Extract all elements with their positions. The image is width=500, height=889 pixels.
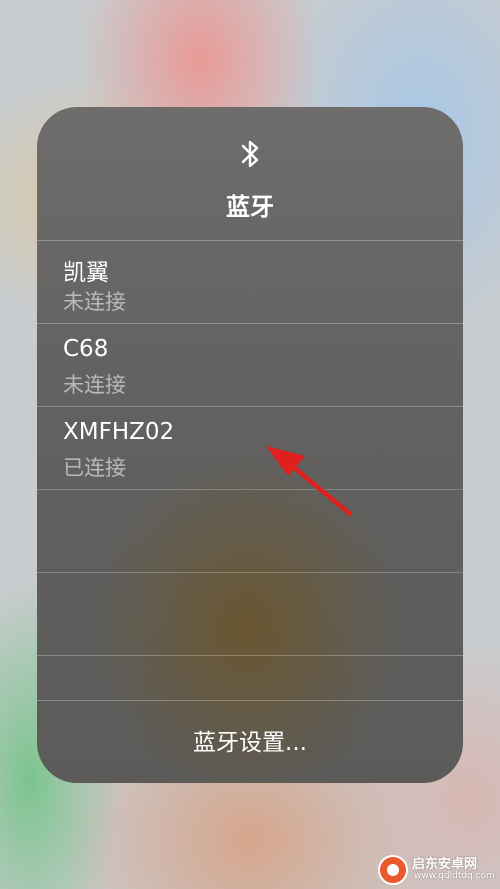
device-status: 未连接 [63,373,126,397]
bluetooth-settings-label: 蓝牙设置... [193,730,307,756]
device-list: 凯翼 未连接 C68 未连接 XMFHZ02 已连接 [37,240,463,656]
device-status: 已连接 [63,456,126,480]
empty-row [37,489,463,572]
bluetooth-panel: 蓝牙 凯翼 未连接 C68 未连接 XMFHZ02 已连接 蓝牙设置... [37,107,463,783]
watermark-logo-icon [378,855,408,885]
bluetooth-settings-button[interactable]: 蓝牙设置... [37,700,463,783]
bluetooth-icon [241,140,259,168]
watermark: 启东安卓网 www.qdldtdq.com [378,853,498,887]
device-row[interactable]: XMFHZ02 已连接 [37,406,463,489]
watermark-url: www.qdldtdq.com [414,871,495,881]
device-name: 凯翼 [63,260,109,286]
device-status: 未连接 [63,290,126,314]
panel-title: 蓝牙 [226,193,274,221]
device-name: C68 [63,336,109,362]
device-row[interactable]: C68 未连接 [37,323,463,406]
watermark-name: 启东安卓网 [412,857,478,872]
empty-row [37,572,463,656]
device-name: XMFHZ02 [63,419,175,445]
panel-header: 蓝牙 [37,107,463,240]
device-row[interactable]: 凯翼 未连接 [37,240,463,323]
